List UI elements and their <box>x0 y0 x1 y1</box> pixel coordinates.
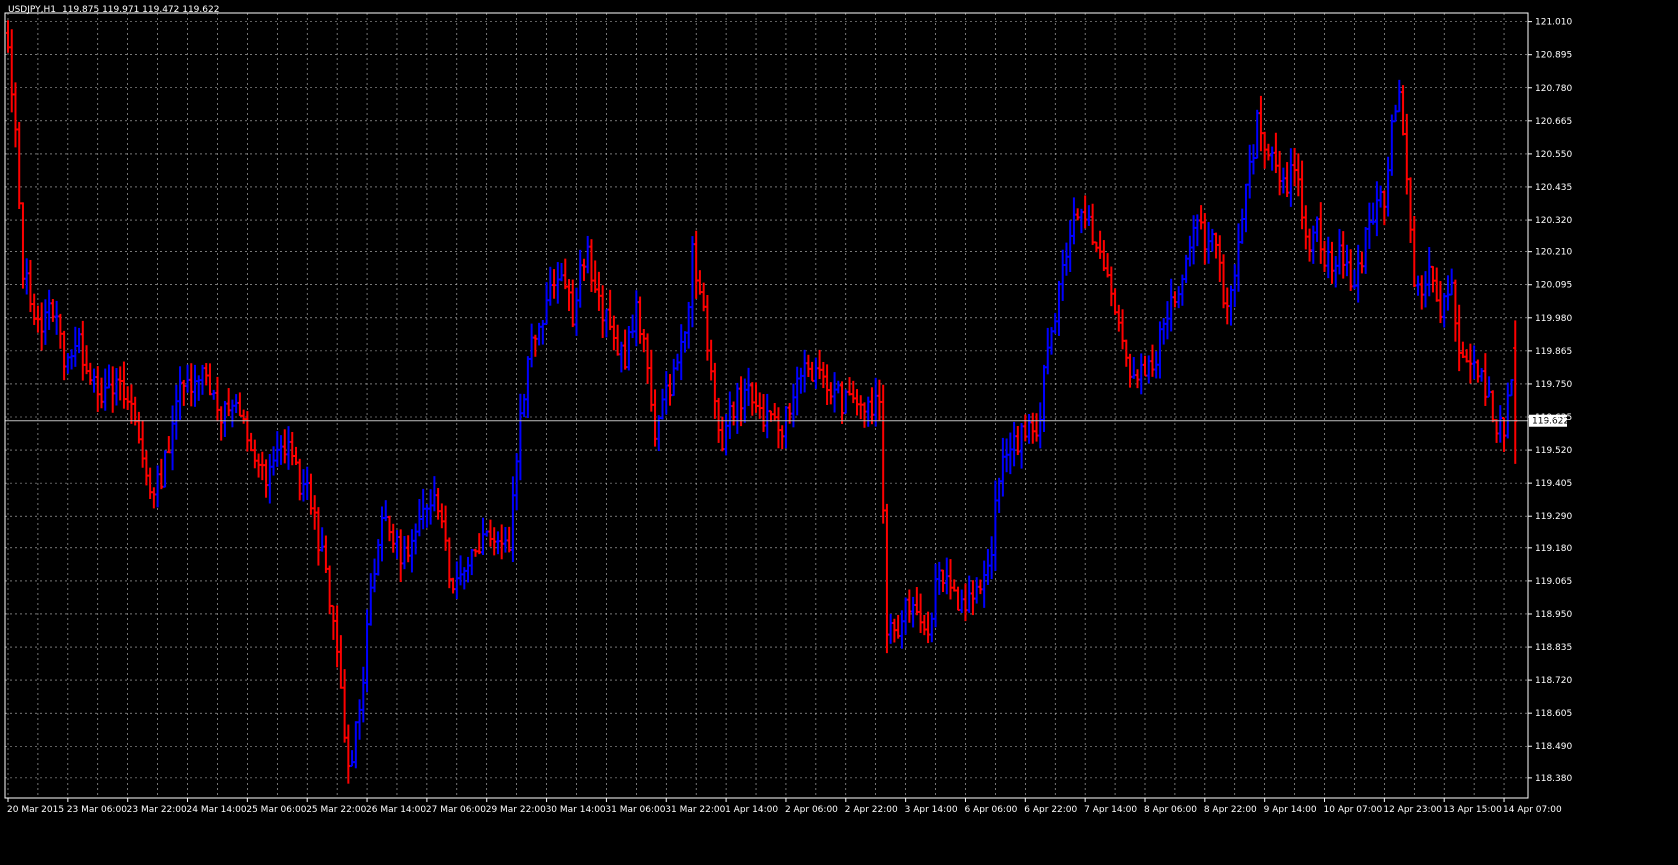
y-tick-label: 119.980 <box>1535 314 1572 324</box>
x-tick-label: 12 Apr 23:00 <box>1383 805 1442 815</box>
y-tick-label: 119.180 <box>1535 544 1572 554</box>
x-tick-label: 25 Mar 06:00 <box>246 805 306 815</box>
y-tick-label: 120.550 <box>1535 150 1572 160</box>
symbol-label: USDJPY,H1 <box>8 5 56 15</box>
x-tick-label: 2 Apr 22:00 <box>845 805 898 815</box>
x-tick-label: 2 Apr 06:00 <box>785 805 838 815</box>
x-tick-label: 1 Apr 14:00 <box>725 805 778 815</box>
y-tick-label: 120.895 <box>1535 51 1572 61</box>
x-tick-label: 7 Apr 14:00 <box>1084 805 1137 815</box>
chart-background <box>0 0 1678 865</box>
y-tick-label: 118.490 <box>1535 742 1572 752</box>
y-tick-label: 119.865 <box>1535 347 1572 357</box>
ohlc-readout: 119.875 119.971 119.472 119.622 <box>62 5 219 15</box>
y-tick-label: 119.635 <box>1535 413 1572 423</box>
x-tick-label: 14 Apr 07:00 <box>1503 805 1562 815</box>
y-tick-label: 120.210 <box>1535 248 1572 258</box>
chart-canvas[interactable]: 119.622 121.010120.895120.780120.665120.… <box>0 0 1678 865</box>
x-tick-label: 6 Apr 22:00 <box>1024 805 1077 815</box>
x-tick-label: 3 Apr 14:00 <box>905 805 958 815</box>
y-tick-label: 118.835 <box>1535 643 1572 653</box>
x-tick-label: 8 Apr 22:00 <box>1204 805 1257 815</box>
x-tick-label: 25 Mar 22:00 <box>306 805 366 815</box>
x-tick-label: 20 Mar 2015 <box>7 805 64 815</box>
price-chart[interactable]: 119.622 121.010 120.895 120.780 120.665 120.… <box>0 0 1678 865</box>
y-tick-label: 120.320 <box>1535 216 1572 226</box>
x-tick-label: 31 Mar 06:00 <box>605 805 665 815</box>
y-tick-label: 120.435 <box>1535 183 1572 193</box>
x-tick-label: 23 Mar 06:00 <box>67 805 127 815</box>
y-tick-label: 120.780 <box>1535 84 1572 94</box>
y-tick-label: 121.010 <box>1535 18 1572 28</box>
x-tick-label: 10 Apr 07:00 <box>1324 805 1383 815</box>
x-tick-label: 23 Mar 22:00 <box>127 805 187 815</box>
y-tick-label: 120.665 <box>1535 117 1572 127</box>
x-tick-label: 9 Apr 14:00 <box>1264 805 1317 815</box>
x-tick-label: 29 Mar 22:00 <box>486 805 546 815</box>
x-tick-label: 8 Apr 06:00 <box>1144 805 1197 815</box>
y-tick-label: 119.405 <box>1535 479 1572 489</box>
y-tick-label: 119.290 <box>1535 512 1572 522</box>
x-tick-label: 26 Mar 14:00 <box>366 805 426 815</box>
x-tick-label: 27 Mar 06:00 <box>426 805 486 815</box>
x-tick-label: 24 Mar 14:00 <box>187 805 247 815</box>
x-tick-label: 30 Mar 14:00 <box>546 805 606 815</box>
x-tick-label: 13 Apr 15:00 <box>1443 805 1502 815</box>
y-tick-label: 118.950 <box>1535 610 1572 620</box>
y-tick-label: 120.095 <box>1535 281 1572 291</box>
y-tick-label: 119.520 <box>1535 446 1572 456</box>
y-tick-label: 118.380 <box>1535 774 1572 784</box>
y-tick-label: 118.605 <box>1535 709 1572 719</box>
y-tick-label: 119.065 <box>1535 577 1572 587</box>
x-tick-label: 6 Apr 06:00 <box>964 805 1017 815</box>
y-tick-label: 118.720 <box>1535 676 1572 686</box>
y-tick-label: 119.750 <box>1535 380 1572 390</box>
x-tick-label: 31 Mar 22:00 <box>665 805 725 815</box>
